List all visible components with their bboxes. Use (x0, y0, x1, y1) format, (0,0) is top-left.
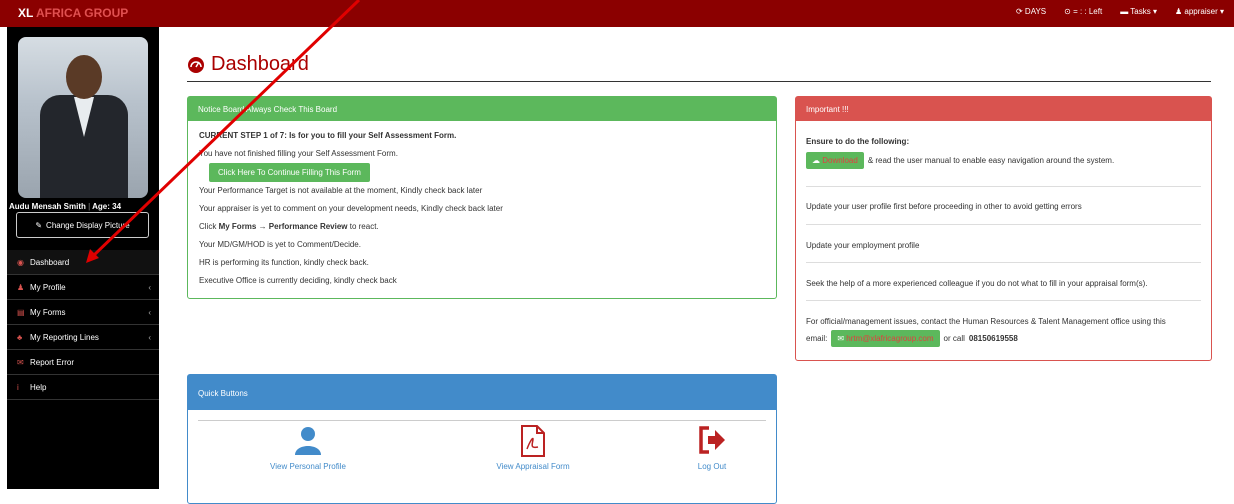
view-appraisal-form-label: View Appraisal Form (496, 462, 570, 471)
email-address: hrtm@xlafricagroup.com (846, 334, 934, 343)
top-navbar: XL AFRICA GROUP ⟳ DAYS ⊙ = : : Left ▬ Ta… (0, 0, 1234, 27)
brand-logo[interactable]: XL AFRICA GROUP (18, 6, 128, 20)
chevron-left-icon: ‹ (148, 282, 151, 292)
view-personal-profile-button[interactable]: View Personal Profile (248, 425, 368, 471)
download-label: Download (822, 156, 858, 165)
log-out-label: Log Out (697, 462, 727, 471)
or-call-text: or call (943, 334, 965, 343)
user-label: appraiser (1184, 7, 1218, 16)
days-label: DAYS (1024, 7, 1047, 16)
pdf-file-icon (521, 425, 545, 457)
sidebar-item-label: My Forms (30, 307, 66, 317)
user-icon: ♟ (1174, 7, 1183, 16)
user-name: Audu Mensah Smith (9, 202, 86, 211)
title-divider (187, 81, 1211, 82)
tasks-label: Tasks (1130, 7, 1151, 16)
update-profile-text: Update your user profile first before pr… (806, 187, 1201, 225)
avatar-head (66, 55, 102, 99)
log-out-button[interactable]: Log Out (652, 425, 772, 471)
quick-buttons-panel: Quick Buttons View Personal Profile View… (187, 374, 777, 504)
user-info: Audu Mensah Smith | Age: 34 (9, 202, 157, 211)
separator: | (88, 202, 91, 211)
tasks-dropdown[interactable]: ▬ Tasks ▾ (1120, 7, 1157, 16)
file-icon: ▤ (17, 307, 25, 317)
sidebar-item-label: Report Error (30, 357, 75, 367)
clock-icon: ⊙ (1064, 7, 1071, 16)
user-icon (295, 427, 321, 455)
important-panel: Important !!! Ensure to do the following… (795, 96, 1212, 361)
change-display-picture-label: Change Display Picture (46, 220, 130, 230)
dashboard-icon (188, 56, 204, 73)
quick-divider (198, 420, 766, 421)
sidebar-item-my-forms[interactable]: ▤ My Forms ‹ (7, 300, 159, 325)
ensure-text: Ensure to do the following: (806, 137, 910, 146)
sitemap-icon: ♣ (17, 332, 23, 342)
cloud-download-icon: ☁ (812, 156, 820, 165)
chevron-left-icon: ‹ (148, 307, 151, 317)
page-title: Dashboard (187, 53, 309, 76)
caret-down-icon: ▾ (1219, 7, 1224, 16)
timer-indicator: ⊙ = : : Left (1064, 7, 1102, 16)
not-finished-text: You have not finished filling your Self … (199, 149, 398, 158)
phone-number: 08150619558 (968, 334, 1018, 343)
sidebar-menu: ◉ Dashboard ♟ My Profile ‹ ▤ My Forms ‹ … (7, 250, 159, 400)
email-label: email: (806, 334, 828, 343)
sidebar-item-label: Help (30, 382, 47, 392)
brand-name-part1: XL (18, 6, 34, 20)
notice-board-panel: Notice Board Always Check This Board CUR… (187, 96, 777, 299)
sidebar-item-my-reporting-lines[interactable]: ♣ My Reporting Lines ‹ (7, 325, 159, 350)
envelope-icon: ✉ (837, 334, 845, 343)
sidebar-item-report-error[interactable]: ✉ Report Error (7, 350, 159, 375)
view-personal-profile-label: View Personal Profile (270, 462, 346, 471)
user-icon: ♟ (17, 282, 25, 292)
chevron-left-icon: ‹ (148, 332, 151, 342)
sidebar-item-label: My Reporting Lines (30, 332, 99, 342)
performance-target-text: Your Performance Target is not available… (199, 186, 483, 195)
page-title-text: Dashboard (211, 53, 309, 75)
executive-status-text: Executive Office is currently deciding, … (199, 276, 397, 285)
click-instruction: Click My Forms → Performance Review to r… (199, 222, 776, 231)
sidebar-item-dashboard[interactable]: ◉ Dashboard (7, 250, 159, 275)
important-header: Important !!! (796, 97, 1211, 121)
notice-board-header: Notice Board Always Check This Board (188, 97, 776, 121)
my-forms-link[interactable]: My Forms → Performance Review (219, 222, 348, 231)
envelope-icon: ✉ (17, 357, 24, 367)
appraiser-comment-text: Your appraiser is yet to comment on your… (199, 204, 503, 213)
sidebar-item-my-profile[interactable]: ♟ My Profile ‹ (7, 275, 159, 300)
sidebar-item-label: My Profile (30, 282, 66, 292)
sidebar-item-help[interactable]: i Help (7, 375, 159, 400)
pencil-icon: ✎ (35, 220, 43, 230)
click-prefix: Click (199, 222, 217, 231)
timer-label: = : : Left (1073, 7, 1103, 16)
contact-section: For official/management issues, contact … (806, 301, 1201, 347)
ensure-section: Ensure to do the following: ☁ Download &… (806, 121, 1201, 187)
download-button[interactable]: ☁ Download (806, 152, 864, 169)
avatar (18, 37, 148, 198)
email-button[interactable]: ✉ hrtm@xlafricagroup.com (831, 330, 940, 347)
user-dropdown[interactable]: ♟ appraiser ▾ (1175, 7, 1224, 16)
click-suffix: to react. (349, 222, 379, 231)
quick-buttons-header: Quick Buttons (188, 375, 776, 410)
sign-out-icon (699, 426, 725, 454)
official-issues-text: For official/management issues, contact … (806, 317, 1166, 326)
continue-filling-button[interactable]: Click Here To Continue Filling This Form (209, 163, 370, 182)
current-step-text: CURRENT STEP 1 of 7: Is for you to fill … (199, 131, 457, 140)
brand-name-part2: AFRICA GROUP (36, 6, 129, 20)
seek-help-text: Seek the help of a more experienced coll… (806, 263, 1201, 301)
user-age: Age: 34 (92, 202, 122, 211)
info-icon: i (17, 382, 19, 392)
md-status-text: Your MD/GM/HOD is yet to Comment/Decide. (199, 240, 361, 249)
dashboard-icon: ◉ (17, 257, 24, 267)
sidebar-item-label: Dashboard (30, 257, 70, 267)
tasks-icon: ▬ (1120, 7, 1129, 16)
manual-text: & read the user manual to enable easy na… (867, 156, 1115, 165)
view-appraisal-form-button[interactable]: View Appraisal Form (473, 425, 593, 471)
update-employment-text: Update your employment profile (806, 225, 1201, 263)
sidebar: Audu Mensah Smith | Age: 34 ✎ Change Dis… (7, 27, 159, 489)
change-display-picture-button[interactable]: ✎ Change Display Picture (16, 212, 149, 238)
hr-status-text: HR is performing its function, kindly ch… (199, 258, 369, 267)
caret-down-icon: ▾ (1152, 7, 1157, 16)
days-indicator[interactable]: ⟳ DAYS (1016, 7, 1046, 16)
refresh-icon: ⟳ (1015, 7, 1023, 16)
